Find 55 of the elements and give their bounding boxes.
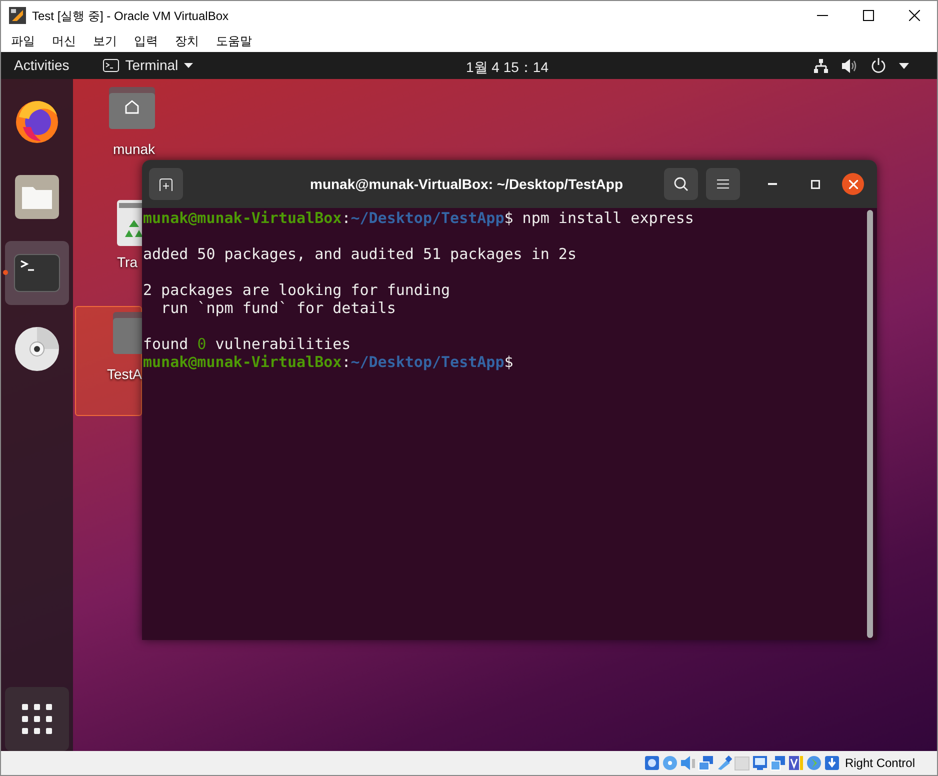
terminal-line: run `npm fund` for details	[160, 299, 396, 317]
terminal-line: found 0 vulnerabilities	[143, 335, 351, 353]
menu-item[interactable]: 도움말	[209, 32, 259, 50]
maximize-icon	[810, 180, 820, 188]
minimize-icon	[816, 15, 828, 16]
search-icon	[674, 177, 688, 191]
display-icon[interactable]	[752, 755, 768, 771]
usb-icon[interactable]	[716, 755, 732, 771]
terminal-line: munak@munak-VirtualBox:~/Desktop/TestApp$ npm install express	[143, 209, 694, 227]
scrollbar[interactable]	[867, 210, 873, 638]
search-button[interactable]	[664, 168, 698, 200]
maximize-icon	[862, 10, 874, 21]
menu-item[interactable]: 머신	[45, 32, 83, 50]
new-tab-icon	[159, 178, 173, 190]
disc-icon	[14, 326, 60, 372]
host-key-label: Right Control	[844, 755, 915, 772]
app-grid-button[interactable]	[5, 687, 69, 751]
caret-icon[interactable]	[899, 62, 909, 68]
app-logo-icon	[9, 7, 26, 24]
terminal-line: added 50 packages, and audited 51 packages in 2s	[143, 245, 576, 263]
terminal-line: 2 packages are looking for funding	[143, 281, 450, 299]
menu-item[interactable]: 장치	[168, 32, 206, 50]
home-folder-icon[interactable]	[109, 87, 155, 129]
windows-icon[interactable]	[770, 755, 786, 771]
menu-icon	[717, 179, 729, 189]
speaker-icon[interactable]	[680, 755, 696, 771]
caret-icon	[184, 63, 194, 68]
desktop-icon-label[interactable]: TestA	[107, 364, 142, 385]
menu-item[interactable]: 파일	[4, 32, 42, 50]
terminal-title: munak@munak-VirtualBox: ~/Desktop/TestApp	[310, 175, 624, 194]
folder-icon	[15, 175, 59, 219]
desktop-icon-label[interactable]: Tra	[117, 252, 138, 273]
terminal-line: munak@munak-VirtualBox:~/Desktop/TestApp$	[143, 353, 514, 371]
desktop-icon-label[interactable]: munak	[113, 139, 156, 160]
window-title: Test [실행 중] - Oracle VM VirtualBox	[32, 8, 228, 24]
trash-icon[interactable]	[117, 200, 142, 246]
menu-item[interactable]: 보기	[86, 32, 124, 50]
minimize-icon	[768, 183, 776, 185]
download-icon[interactable]	[824, 755, 840, 771]
new-tab-button[interactable]	[149, 168, 183, 200]
grid-icon	[22, 704, 52, 734]
menu-item[interactable]: 입력	[127, 32, 165, 50]
optical-disc-icon[interactable]	[662, 755, 678, 771]
close-icon	[848, 180, 858, 188]
clock[interactable]: 1월 4 15：14	[466, 57, 548, 78]
volume-icon[interactable]	[842, 58, 858, 72]
menu-button[interactable]	[706, 168, 740, 200]
app-menu[interactable]: Terminal	[103, 55, 194, 76]
terminal-icon	[103, 59, 120, 72]
close-button[interactable]	[842, 173, 864, 195]
activities-button[interactable]: Activities	[14, 55, 70, 76]
globe-icon[interactable]	[806, 755, 822, 771]
terminal-icon	[14, 254, 60, 292]
close-icon	[908, 10, 920, 21]
power-icon[interactable]	[871, 58, 886, 73]
